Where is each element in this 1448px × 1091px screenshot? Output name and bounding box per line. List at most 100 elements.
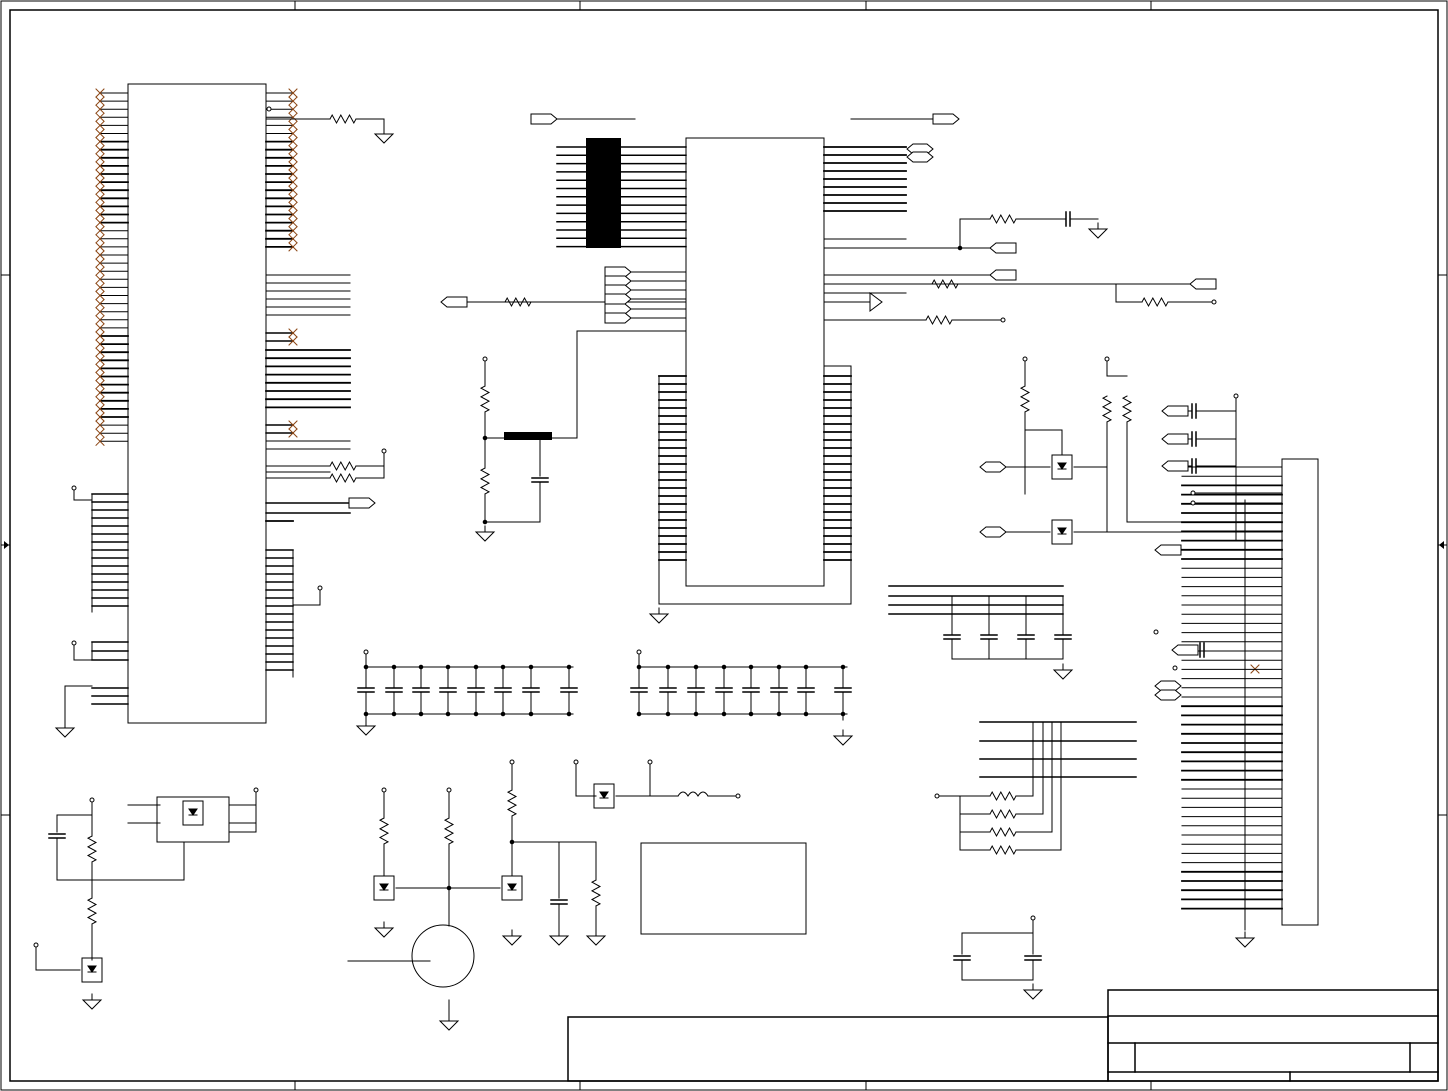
junction-dot xyxy=(636,711,642,717)
resistor xyxy=(1101,395,1113,423)
capacitor xyxy=(1024,955,1042,961)
port-out xyxy=(530,113,558,125)
capacitor xyxy=(659,687,677,693)
capacitor xyxy=(1191,403,1197,419)
resistor xyxy=(989,790,1017,802)
inductor xyxy=(677,791,709,797)
ground-symbol xyxy=(548,929,570,946)
ground-symbol xyxy=(648,607,670,624)
terminal-open xyxy=(1190,490,1196,496)
ground-triangle xyxy=(1087,228,1109,239)
junction-dot xyxy=(803,664,809,670)
terminal-open xyxy=(317,585,323,591)
junction-dot xyxy=(748,664,754,670)
connector-j1 xyxy=(1281,458,1319,926)
ground-symbol xyxy=(832,729,854,746)
ic-u1 xyxy=(127,83,267,724)
terminal-open xyxy=(1030,915,1036,921)
junction-dot xyxy=(482,435,488,441)
ground-triangle xyxy=(81,999,103,1010)
mosfet-diode xyxy=(379,883,389,891)
junction-dot xyxy=(418,664,424,670)
terminal-open xyxy=(381,787,387,793)
port-out xyxy=(604,293,632,305)
resistor xyxy=(1019,385,1031,413)
terminal-open xyxy=(381,448,387,454)
terminal-open xyxy=(482,356,488,362)
ground-triangle xyxy=(373,927,395,938)
buffer-triangle xyxy=(869,292,883,312)
port-out xyxy=(604,312,632,324)
terminal-open xyxy=(363,649,369,655)
ground-symbol xyxy=(373,921,395,938)
ground-triangle xyxy=(1022,989,1044,1000)
resistor xyxy=(590,879,602,907)
junction-dot xyxy=(776,711,782,717)
terminal-open xyxy=(1172,665,1178,671)
mosfet-diode xyxy=(1057,527,1067,535)
resistor xyxy=(479,467,491,495)
sheet-frame xyxy=(0,0,1448,1091)
junction-dot xyxy=(473,664,479,670)
terminal-open xyxy=(1022,356,1028,362)
bjt-outline xyxy=(411,924,475,988)
port-in xyxy=(440,296,468,308)
resistor xyxy=(931,278,959,290)
resistor xyxy=(378,817,390,845)
resistor xyxy=(925,314,953,326)
ground-triangle xyxy=(373,133,395,144)
port-out xyxy=(348,497,376,509)
resistor xyxy=(479,385,491,413)
ground-symbol xyxy=(81,993,103,1010)
ground-symbol xyxy=(1087,222,1109,239)
note-box xyxy=(640,842,807,935)
junction-dot xyxy=(636,664,642,670)
resistor xyxy=(443,817,455,845)
mosfet-diode xyxy=(599,791,609,799)
ground-symbol xyxy=(54,721,76,738)
junction-dot xyxy=(840,664,846,670)
junction-dot xyxy=(693,711,699,717)
capacitor xyxy=(494,687,512,693)
ground-triangle xyxy=(355,725,377,736)
ground-symbol xyxy=(501,929,523,946)
schematic-sheet xyxy=(0,0,1448,1091)
port-bidir xyxy=(979,526,1007,538)
terminal-open xyxy=(509,759,515,765)
capacitor xyxy=(980,634,998,640)
junction-dot xyxy=(445,664,451,670)
terminal-open xyxy=(735,793,741,799)
port-in xyxy=(1189,278,1217,290)
resistor xyxy=(329,460,357,472)
ic-u1-right-pins xyxy=(265,92,351,671)
junction-dot xyxy=(391,711,397,717)
junction-dot xyxy=(566,711,572,717)
junction-dot xyxy=(509,839,515,845)
terminal-open xyxy=(1233,393,1239,399)
ground-symbol xyxy=(474,525,496,542)
capacitor xyxy=(531,477,549,483)
mosfet xyxy=(593,783,615,809)
capacitor xyxy=(357,687,375,693)
wires xyxy=(35,118,1283,1017)
resistor xyxy=(1121,395,1133,423)
ground-symbol xyxy=(1052,663,1074,680)
junction-dot xyxy=(500,664,506,670)
ground-symbol xyxy=(355,719,377,736)
port-in xyxy=(1171,644,1199,656)
capacitor xyxy=(770,687,788,693)
resistor xyxy=(506,789,518,817)
ground-triangle xyxy=(585,935,607,946)
capacitor xyxy=(1199,642,1205,658)
port-in xyxy=(1161,433,1189,445)
ic-u2-pins xyxy=(556,146,1121,561)
mosfet xyxy=(1051,519,1073,545)
zone-arrow-right xyxy=(1439,541,1444,549)
resistor xyxy=(329,113,357,125)
ground-symbol xyxy=(1234,931,1256,948)
ground-triangle xyxy=(1052,669,1074,680)
capacitor xyxy=(48,833,66,839)
junction-dot xyxy=(391,664,397,670)
ground-triangle xyxy=(1234,937,1256,948)
resistor xyxy=(1141,296,1169,308)
